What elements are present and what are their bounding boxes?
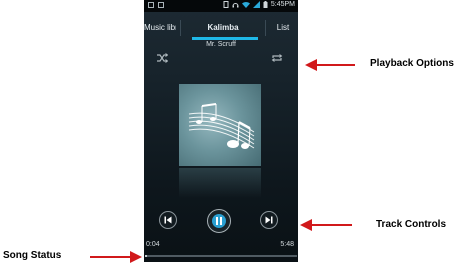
next-icon bbox=[265, 216, 273, 224]
track-controls-arrow bbox=[300, 219, 352, 231]
tab-divider bbox=[265, 20, 266, 36]
pause-icon bbox=[212, 214, 226, 228]
playback-options-label: Playback Options bbox=[370, 58, 454, 69]
previous-button[interactable] bbox=[159, 211, 177, 229]
tab-bar: Music libr Kalimba List bbox=[144, 14, 298, 40]
vibrate-icon bbox=[223, 1, 229, 8]
progress-fill bbox=[145, 255, 147, 257]
artist-name: Mr. Scruff bbox=[206, 41, 236, 48]
music-notes-icon bbox=[188, 103, 255, 149]
battery-icon bbox=[263, 1, 268, 8]
album-art-reflection bbox=[179, 168, 261, 198]
track-duration: 5:48 bbox=[280, 241, 294, 248]
signal-icon bbox=[252, 1, 260, 8]
wifi-icon bbox=[241, 1, 250, 8]
phone-screen: 5:45PM Music libr Kalimba List Mr. Scruf… bbox=[144, 0, 298, 262]
progress-bar[interactable] bbox=[145, 255, 297, 257]
status-time: 5:45PM bbox=[270, 1, 295, 8]
album-art bbox=[179, 84, 261, 166]
tab-divider bbox=[180, 20, 181, 36]
headphones-icon bbox=[232, 3, 239, 8]
playback-options-arrow bbox=[305, 59, 355, 71]
elapsed-time: 0:04 bbox=[146, 241, 160, 248]
previous-icon bbox=[164, 216, 172, 224]
track-controls-label: Track Controls bbox=[376, 219, 447, 230]
tab-now-playing[interactable]: Kalimba bbox=[186, 23, 260, 32]
pause-button[interactable] bbox=[207, 209, 231, 233]
song-status-label: Song Status bbox=[3, 250, 62, 261]
next-button[interactable] bbox=[260, 211, 278, 229]
shuffle-icon[interactable] bbox=[156, 53, 168, 63]
notification-icon bbox=[158, 2, 164, 8]
song-status-arrow bbox=[90, 251, 142, 263]
tab-list[interactable]: List bbox=[269, 23, 297, 32]
active-tab-indicator bbox=[192, 37, 258, 40]
tab-music-library[interactable]: Music libr bbox=[144, 23, 176, 32]
notification-icon bbox=[148, 2, 154, 8]
repeat-icon[interactable] bbox=[271, 53, 283, 63]
status-bar: 5:45PM bbox=[144, 0, 298, 12]
